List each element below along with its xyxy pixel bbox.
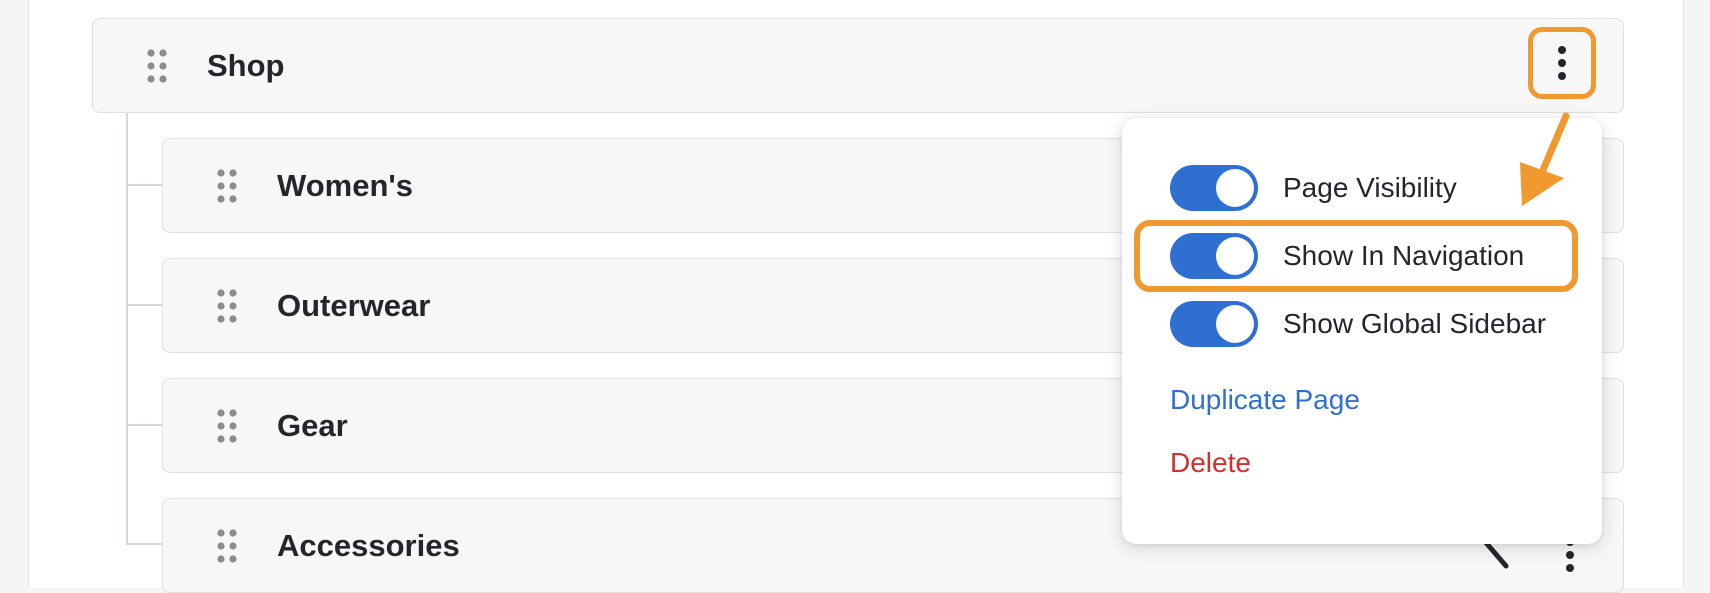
tree-connector-branch xyxy=(126,543,162,545)
page-title: Outerwear xyxy=(277,287,431,323)
show-global-sidebar-switch[interactable] xyxy=(1170,301,1258,347)
page-title: Women's xyxy=(277,167,413,203)
kebab-menu-icon xyxy=(1566,538,1574,572)
page-title: Gear xyxy=(277,407,348,443)
toggle-page-visibility[interactable]: Page Visibility xyxy=(1170,165,1457,211)
drag-handle-icon[interactable] xyxy=(217,288,237,323)
duplicate-page-link[interactable]: Duplicate Page xyxy=(1170,384,1360,416)
toggle-show-global-sidebar[interactable]: Show Global Sidebar xyxy=(1170,301,1546,347)
kebab-menu-icon xyxy=(1558,46,1566,80)
tree-connector-branch xyxy=(126,304,162,306)
page-row-shop[interactable]: Shop xyxy=(92,18,1624,113)
tree-connector-vertical xyxy=(126,111,128,545)
show-in-navigation-switch[interactable] xyxy=(1170,233,1258,279)
toggle-knob xyxy=(1216,169,1254,207)
drag-handle-icon[interactable] xyxy=(147,48,167,83)
page-options-button[interactable] xyxy=(1528,27,1596,99)
drag-handle-icon[interactable] xyxy=(217,168,237,203)
toggle-show-in-navigation[interactable]: Show In Navigation xyxy=(1170,233,1524,279)
page-options-menu: Page Visibility Show In Navigation Show … xyxy=(1122,118,1602,544)
page-visibility-switch[interactable] xyxy=(1170,165,1258,211)
tree-connector-branch xyxy=(126,184,162,186)
page-options-button[interactable] xyxy=(1560,538,1580,578)
page-title: Accessories xyxy=(277,528,460,563)
toggle-knob xyxy=(1216,305,1254,343)
tree-connector-branch xyxy=(126,424,162,426)
page-title-shop: Shop xyxy=(207,47,285,83)
toggle-label: Page Visibility xyxy=(1283,172,1457,203)
drag-handle-icon[interactable] xyxy=(217,408,237,443)
delete-page-link[interactable]: Delete xyxy=(1170,447,1251,479)
toggle-knob xyxy=(1216,237,1254,275)
toggle-label: Show In Navigation xyxy=(1283,240,1525,271)
toggle-label: Show Global Sidebar xyxy=(1283,308,1547,339)
drag-handle-icon[interactable] xyxy=(217,529,237,563)
